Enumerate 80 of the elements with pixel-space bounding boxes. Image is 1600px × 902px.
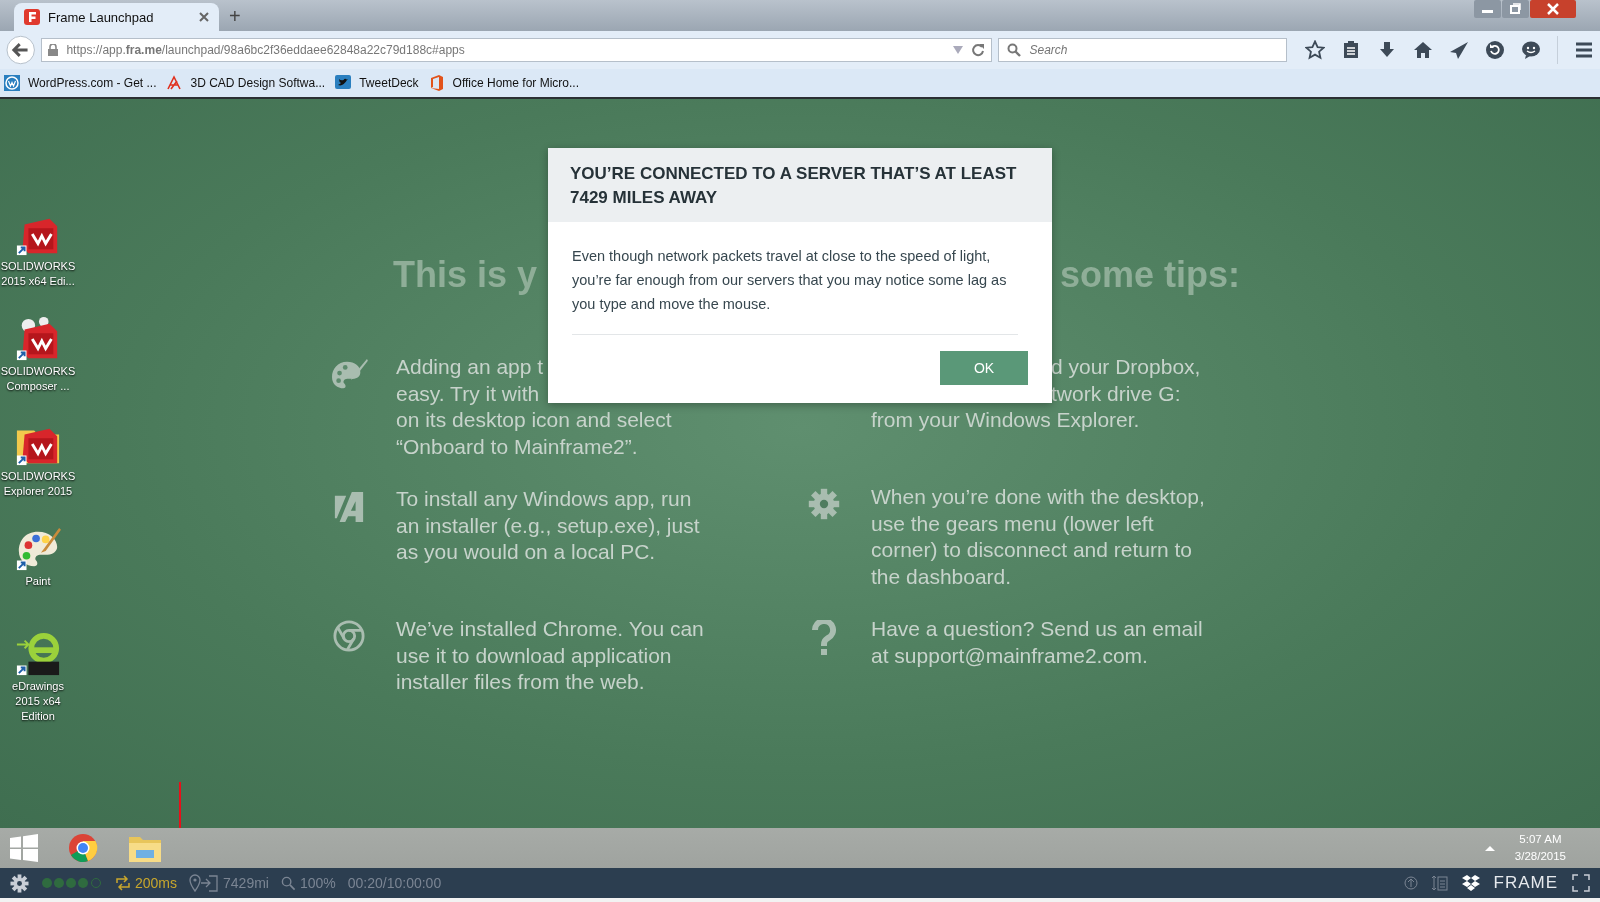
- bookmark-item[interactable]: TweetDeck: [335, 75, 419, 91]
- fullscreen-icon[interactable]: [1572, 874, 1590, 892]
- settings-icon[interactable]: [10, 873, 29, 893]
- zoom-reading: 100%: [280, 875, 336, 891]
- tip-text: as you would on a local PC.: [396, 539, 656, 565]
- tip-text: use the gears menu (lower left: [871, 510, 1154, 537]
- sync-icon: [115, 875, 131, 891]
- desktop-shortcut[interactable]: SOLIDWORKS Composer ...: [0, 316, 76, 409]
- palette-icon: [15, 526, 61, 572]
- close-icon[interactable]: [1530, 0, 1576, 18]
- tip-text: easy. Try it with: [396, 380, 540, 407]
- dialog-title: YOU’RE CONNECTED TO A SERVER THAT’S AT LEAST 7429 MILES AWAY: [570, 163, 1018, 209]
- application-icon: [15, 631, 61, 677]
- star-icon[interactable]: [1305, 40, 1325, 60]
- distance-reading: 7429mi: [189, 874, 269, 892]
- dialog-message: Even though network packets travel at close to the speed of light, you’re far enough from our servers that you may notice some lag as you type and move the mouse.: [572, 244, 1018, 335]
- upload-icon[interactable]: [1403, 876, 1418, 890]
- history-icon[interactable]: [1485, 40, 1505, 60]
- tip-text: d your Dropbox,: [1051, 354, 1201, 380]
- desktop-shortcut[interactable]: SOLIDWORKS 2015 x64 Edi...: [0, 211, 76, 304]
- chrome-icon: [333, 620, 365, 652]
- chat-icon[interactable]: [1521, 40, 1541, 60]
- menu-icon[interactable]: [1574, 40, 1594, 60]
- wordpress-logo-icon: [4, 75, 20, 91]
- tip-text: on its desktop icon and select: [396, 407, 672, 433]
- question-mark-icon: [812, 620, 836, 656]
- tip-text: “Onboard to Mainframe2”.: [396, 433, 638, 460]
- dropbox-logo-icon[interactable]: [1461, 875, 1480, 891]
- chrome-icon[interactable]: [68, 833, 98, 863]
- search-icon: [1007, 43, 1022, 57]
- swirl-logo-icon: [166, 75, 183, 91]
- location-icon: [189, 874, 220, 892]
- home-icon[interactable]: [1413, 40, 1433, 60]
- search-field[interactable]: Search: [998, 38, 1287, 62]
- tip-text: use it to download application: [396, 642, 672, 669]
- clipboard-icon[interactable]: [1341, 40, 1361, 60]
- session-timer: 00:20/10:00:00: [347, 875, 442, 891]
- search-icon: [280, 875, 296, 891]
- back-icon[interactable]: [6, 35, 36, 65]
- signal-dots-icon: [41, 877, 103, 889]
- desktop-shortcut[interactable]: eDrawings 2015 x64 Edition: [0, 631, 76, 724]
- restore-icon[interactable]: [1502, 0, 1529, 18]
- tip-text: from your Windows Explorer.: [871, 407, 1140, 433]
- gear-icon: [808, 488, 840, 520]
- tip-text: When you’re done with the desktop,: [871, 484, 1205, 510]
- minimize-icon[interactable]: [1474, 0, 1501, 18]
- paper-plane-icon[interactable]: [1449, 40, 1469, 60]
- reload-icon[interactable]: [971, 43, 986, 57]
- app-store-icon: [333, 490, 365, 522]
- bookmark-item[interactable]: Office Home for Micro...: [428, 75, 580, 91]
- tip-text: corner) to disconnect and return to: [871, 537, 1192, 563]
- heading-text: This is y: [393, 254, 539, 296]
- search-input[interactable]: Search: [1027, 42, 1278, 58]
- tip-text: Adding an app t: [396, 354, 544, 380]
- clipboard-icon[interactable]: [1431, 875, 1448, 891]
- frame-logo-icon: [24, 9, 40, 25]
- tip-text: installer files from the web.: [396, 669, 645, 695]
- desktop-shortcut[interactable]: Paint: [0, 526, 76, 619]
- office-logo-icon: [428, 75, 445, 91]
- tip-text: To install any Windows app, run: [396, 486, 692, 512]
- lock-icon: [48, 44, 59, 56]
- tip-text: an installer (e.g., setup.exe), just: [396, 512, 700, 539]
- browser-tab[interactable]: Frame Launchpad: [14, 3, 219, 31]
- bookmark-item[interactable]: 3D CAD Design Softwa...: [166, 75, 326, 91]
- url-field[interactable]: https://app.fra.me/launchpad/98a6bc2f36eddaee62848a22c79d188c#apps: [41, 38, 993, 62]
- bookmark-item[interactable]: WordPress.com - Get ...: [4, 75, 157, 91]
- close-icon[interactable]: [199, 12, 209, 22]
- new-tab-button[interactable]: +: [229, 5, 241, 28]
- brand-name: FRAME: [1493, 873, 1558, 893]
- tab-title: Frame Launchpad: [48, 9, 155, 25]
- desktop-shortcut[interactable]: SOLIDWORKS Explorer 2015: [0, 421, 76, 514]
- latency-reading: 200ms: [115, 875, 178, 891]
- bird-logo-icon: [335, 75, 352, 91]
- ok-button[interactable]: OK: [940, 351, 1028, 385]
- tip-text: twork drive G:: [1051, 380, 1181, 407]
- tip-text: at support@mainframe2.com.: [871, 642, 1148, 669]
- heading-text: some tips:: [1060, 254, 1241, 296]
- tip-text: the dashboard.: [871, 563, 1012, 590]
- tip-text: Have a question? Send us an email: [871, 616, 1203, 642]
- tip-text: We’ve installed Chrome. You can: [396, 616, 704, 642]
